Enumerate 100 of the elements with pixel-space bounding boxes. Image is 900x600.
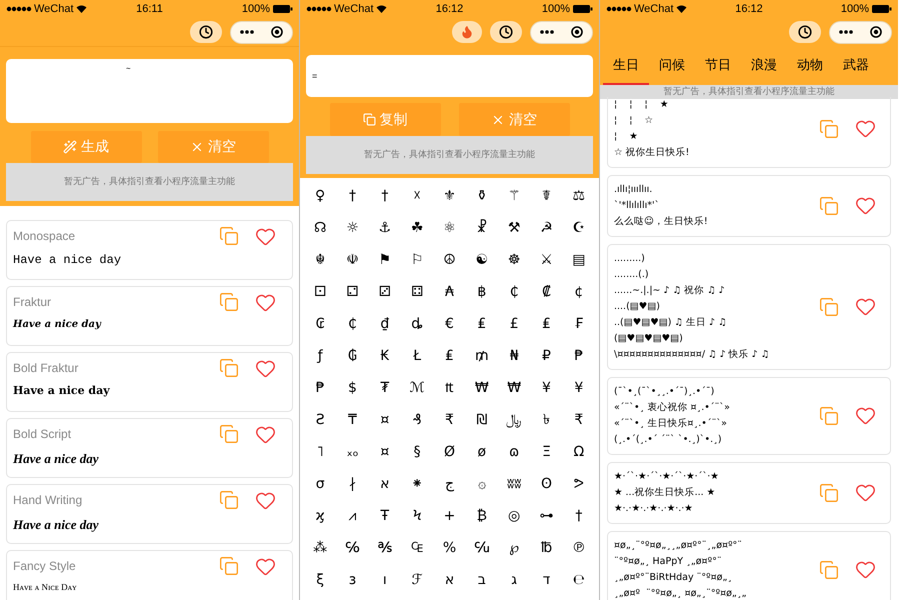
symbol-item[interactable]: ♀: [315, 186, 326, 206]
copy-icon[interactable]: [219, 292, 239, 312]
symbol-item[interactable]: ☘: [410, 218, 424, 238]
symbol-item[interactable]: ⊶: [539, 506, 554, 526]
copy-icon[interactable]: [819, 118, 839, 138]
symbol-item[interactable]: ₿: [476, 506, 487, 526]
symbol-item[interactable]: ⚁: [346, 282, 359, 302]
close-icon[interactable]: [870, 26, 882, 38]
symbol-item[interactable]: ₹: [445, 410, 454, 430]
symbol-item[interactable]: א: [444, 570, 454, 590]
symbol-item[interactable]: ℔: [540, 538, 552, 558]
heart-icon[interactable]: [255, 226, 276, 246]
symbol-item[interactable]: +: [444, 506, 456, 526]
symbol-item[interactable]: ج: [444, 474, 454, 494]
symbol-item[interactable]: ₦: [510, 346, 519, 366]
symbol-item[interactable]: ₱: [316, 378, 325, 398]
symbol-item[interactable]: ☯: [476, 250, 488, 270]
symbol-item[interactable]: ¤: [380, 442, 390, 462]
symbol-item[interactable]: ₠: [411, 538, 424, 558]
heart-icon[interactable]: [855, 559, 876, 580]
symbol-item[interactable]: ℱ: [412, 570, 423, 590]
symbol-item[interactable]: ৳: [542, 410, 550, 430]
symbol-item[interactable]: ☤: [542, 186, 552, 206]
copy-icon[interactable]: [219, 556, 239, 576]
symbol-item[interactable]: ⚛: [443, 218, 456, 238]
symbol-item[interactable]: ¢: [574, 282, 584, 302]
category-tab[interactable]: 动物: [787, 47, 833, 85]
symbol-item[interactable]: ☊: [314, 218, 326, 238]
symbol-item[interactable]: ξ: [316, 570, 324, 590]
symbol-item[interactable]: ₪: [476, 410, 488, 430]
symbol-item[interactable]: ₩: [474, 378, 489, 398]
symbol-item[interactable]: ⚓: [378, 218, 392, 238]
symbol-item[interactable]: ¥: [574, 378, 584, 398]
symbol-item[interactable]: ₱: [574, 346, 584, 366]
fire-button[interactable]: [452, 21, 482, 43]
symbol-item[interactable]: ϗ: [316, 506, 325, 526]
symbol-item[interactable]: ▤: [572, 250, 586, 270]
symbol-item[interactable]: €: [445, 314, 454, 334]
symbol-item[interactable]: ₹: [574, 410, 584, 430]
category-tab[interactable]: 节日: [695, 47, 741, 85]
symbol-item[interactable]: ☓: [413, 186, 421, 206]
symbol-item[interactable]: ⩘: [348, 506, 356, 526]
symbol-item[interactable]: ₢: [316, 314, 325, 334]
copy-icon[interactable]: [819, 296, 839, 316]
symbol-item[interactable]: ₓₒ: [346, 442, 358, 462]
category-tab[interactable]: 武器: [833, 47, 879, 85]
symbol-item[interactable]: ⚜: [443, 186, 456, 206]
symbol-item[interactable]: ☬: [315, 250, 326, 270]
symbol-item[interactable]: ◎: [508, 506, 520, 526]
heart-icon[interactable]: [855, 195, 876, 216]
symbol-item[interactable]: ⚑: [378, 250, 392, 270]
symbol-item[interactable]: ₥: [475, 346, 489, 366]
symbol-item[interactable]: ⁕: [411, 474, 424, 494]
symbol-item[interactable]: ₫: [380, 314, 390, 334]
symbol-item[interactable]: ʬʬ: [506, 474, 522, 494]
symbol-item[interactable]: †: [575, 506, 582, 526]
symbol-item[interactable]: ɜ: [348, 570, 356, 590]
symbol-item[interactable]: ⚔: [540, 250, 553, 270]
symbol-item[interactable]: †: [348, 186, 356, 206]
symbol-item[interactable]: ☼: [346, 218, 359, 238]
symbol-item[interactable]: ☸: [508, 250, 520, 270]
copy-icon[interactable]: [819, 196, 839, 216]
symbol-item[interactable]: Ł: [413, 346, 422, 366]
symbol-item[interactable]: ⚒: [508, 218, 520, 238]
symbol-item[interactable]: ₶: [444, 378, 454, 398]
symbol-item[interactable]: ฿: [477, 282, 486, 302]
symbol-item[interactable]: ₤: [477, 314, 486, 334]
copy-icon[interactable]: [219, 226, 239, 246]
symbol-item[interactable]: ⚱: [476, 186, 488, 206]
symbol-item[interactable]: ℮: [572, 570, 585, 590]
symbol-item[interactable]: ☮: [443, 250, 456, 270]
symbol-item[interactable]: §: [414, 442, 421, 462]
symbol-item[interactable]: ɷ: [509, 442, 520, 462]
symbol-item[interactable]: ₸: [348, 410, 357, 430]
symbol-item[interactable]: ₵: [348, 314, 357, 334]
symbol-item[interactable]: ו: [382, 570, 387, 590]
symbol-item[interactable]: ₮: [380, 378, 390, 398]
symbol-item[interactable]: ℆: [474, 538, 490, 558]
symbol-item[interactable]: ˥: [316, 442, 324, 462]
symbol-item[interactable]: ☫: [346, 250, 359, 270]
heart-icon[interactable]: [855, 482, 876, 503]
symbol-item[interactable]: ג: [511, 570, 518, 590]
symbol-item[interactable]: ℅: [345, 538, 360, 558]
symbol-item[interactable]: ☭: [540, 218, 553, 238]
symbol-item[interactable]: Ω: [573, 442, 584, 462]
heart-icon[interactable]: [255, 424, 276, 444]
symbol-item[interactable]: ƒ: [318, 346, 323, 366]
symbol-item[interactable]: ₲: [348, 346, 357, 366]
symbol-item[interactable]: ȡ: [411, 314, 424, 334]
category-tab[interactable]: 浪漫: [741, 47, 787, 85]
heart-icon[interactable]: [855, 118, 876, 139]
symbol-item[interactable]: Ξ: [542, 442, 551, 462]
copy-icon[interactable]: [819, 482, 839, 502]
symbol-item[interactable]: ⚂: [378, 282, 391, 302]
symbol-item[interactable]: ʘ: [540, 474, 552, 494]
text-input[interactable]: =: [306, 55, 593, 97]
symbol-item[interactable]: ₽: [542, 346, 551, 366]
symbol-item[interactable]: ø: [478, 442, 486, 462]
symbol-item[interactable]: ⚖: [572, 186, 586, 206]
symbol-item[interactable]: ∤: [348, 474, 356, 494]
